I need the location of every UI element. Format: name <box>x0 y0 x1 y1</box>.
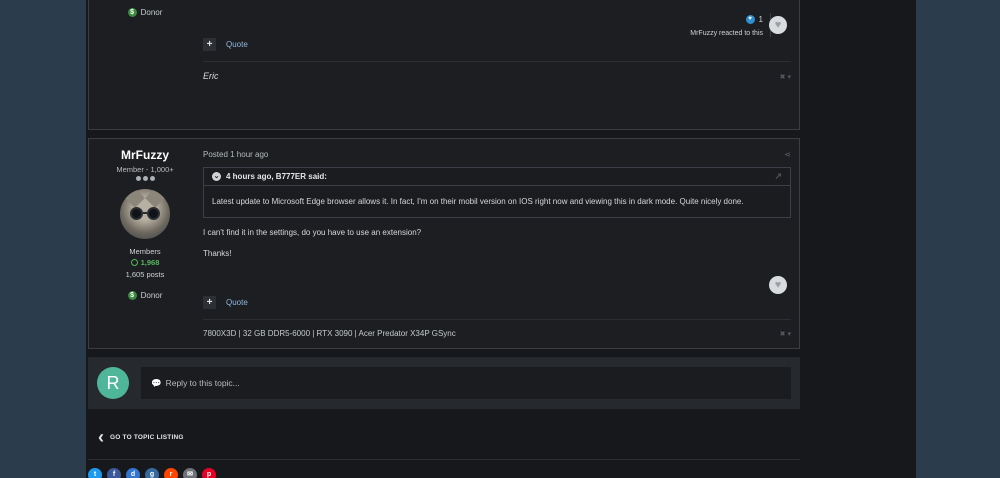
multiquote-button[interactable]: + <box>203 296 216 309</box>
reputation-icon <box>130 259 138 266</box>
reply-area: R 💬 Reply to this topic... <box>88 357 800 409</box>
reputation-badge[interactable]: 1,968 <box>130 258 159 267</box>
quote-header: ⌄ 4 hours ago, B777ER said: ↗ <box>204 168 790 186</box>
signature-toggle-icon[interactable]: ✖ ▾ <box>780 330 791 338</box>
collapse-icon[interactable]: ⌄ <box>212 172 221 181</box>
twitter-icon[interactable]: t <box>88 468 102 478</box>
pinterest-icon[interactable]: p <box>202 468 216 478</box>
author-title: Member - 1,000+ <box>116 165 174 174</box>
share-icon[interactable]: ⋖ <box>784 150 791 159</box>
post-mrfuzzy: MrFuzzy Member - 1,000+ Members 1,968 1,… <box>88 138 800 349</box>
signature: 7800X3D | 32 GB DDR5-6000 | RTX 3090 | A… <box>203 329 456 338</box>
like-button[interactable]: ♥ <box>769 276 787 294</box>
facebook-icon[interactable]: f <box>107 468 121 478</box>
comment-icon: 💬 <box>151 377 162 388</box>
heart-reaction-icon: ♥ <box>745 15 755 24</box>
reaction-count[interactable]: ♥ 1 <box>745 15 763 24</box>
reactions[interactable]: ♥ 1 MrFuzzy reacted to this <box>690 15 763 37</box>
post-count: 1,605 posts <box>125 270 165 279</box>
posted-time[interactable]: Posted 1 hour ago <box>203 150 268 159</box>
donor-label: Donor <box>140 8 163 17</box>
user-avatar: R <box>97 367 129 399</box>
topic-page: $ Donor ♥ 1 MrFuzzy reacted to this ♥ + … <box>86 0 916 478</box>
post-author: MrFuzzy Member - 1,000+ Members 1,968 1,… <box>89 148 201 300</box>
signature-divider <box>203 61 791 62</box>
avatar[interactable] <box>120 189 170 239</box>
dollar-icon: $ <box>127 291 137 300</box>
post-previous: $ Donor ♥ 1 MrFuzzy reacted to this ♥ + … <box>88 0 800 130</box>
quote-author: 4 hours ago, B777ER said: <box>226 172 327 181</box>
rank-pips <box>89 176 201 181</box>
heart-icon: ♥ <box>774 19 782 31</box>
donor-label: Donor <box>140 291 163 300</box>
multiquote-button[interactable]: + <box>203 38 216 51</box>
quote-link-icon[interactable]: ↗ <box>774 171 782 182</box>
signature: Eric <box>203 71 219 81</box>
donor-badge: $ Donor <box>127 291 163 300</box>
reaction-text: MrFuzzy reacted to this <box>690 30 763 37</box>
rank-pip <box>149 176 155 181</box>
go-to-topic-listing[interactable]: ‹ GO TO TOPIC LISTING <box>98 427 184 447</box>
reply-placeholder: Reply to this topic... <box>165 378 240 388</box>
post-paragraph: I can't find it in the settings, do you … <box>203 228 422 237</box>
rank-pip <box>135 176 141 181</box>
heart-icon: ♥ <box>774 279 782 291</box>
post-actions: + Quote <box>203 38 791 51</box>
digg-icon[interactable]: g <box>145 468 159 478</box>
email-icon[interactable]: ✉ <box>183 468 197 478</box>
donor-badge: $ Donor <box>127 8 163 17</box>
reply-input[interactable]: 💬 Reply to this topic... <box>141 367 791 399</box>
quote-button[interactable]: Quote <box>226 40 248 49</box>
quote-block: ⌄ 4 hours ago, B777ER said: ↗ Latest upd… <box>203 167 791 218</box>
quote-button[interactable]: Quote <box>226 298 248 307</box>
share-links: t f d g r ✉ p <box>88 468 216 478</box>
dollar-icon: $ <box>127 8 137 17</box>
delicious-icon[interactable]: d <box>126 468 140 478</box>
post-previous-author: $ Donor <box>89 7 201 17</box>
author-group: Members <box>129 247 161 256</box>
signature-divider <box>203 319 791 320</box>
quote-body: Latest update to Microsoft Edge browser … <box>212 197 744 206</box>
rank-pip <box>142 176 148 181</box>
back-link-label: GO TO TOPIC LISTING <box>110 433 184 441</box>
signature-toggle-icon[interactable]: ✖ ▾ <box>780 73 791 81</box>
like-button[interactable]: ♥ <box>769 16 787 34</box>
post-content: Posted 1 hour ago ⋖ ⌄ 4 hours ago, B777E… <box>203 150 791 258</box>
post-actions: + Quote <box>203 296 791 309</box>
reddit-icon[interactable]: r <box>164 468 178 478</box>
post-paragraph: Thanks! <box>203 249 232 258</box>
chevron-left-icon: ‹ <box>98 427 104 447</box>
author-name[interactable]: MrFuzzy <box>89 148 201 162</box>
footer-divider <box>88 459 800 460</box>
